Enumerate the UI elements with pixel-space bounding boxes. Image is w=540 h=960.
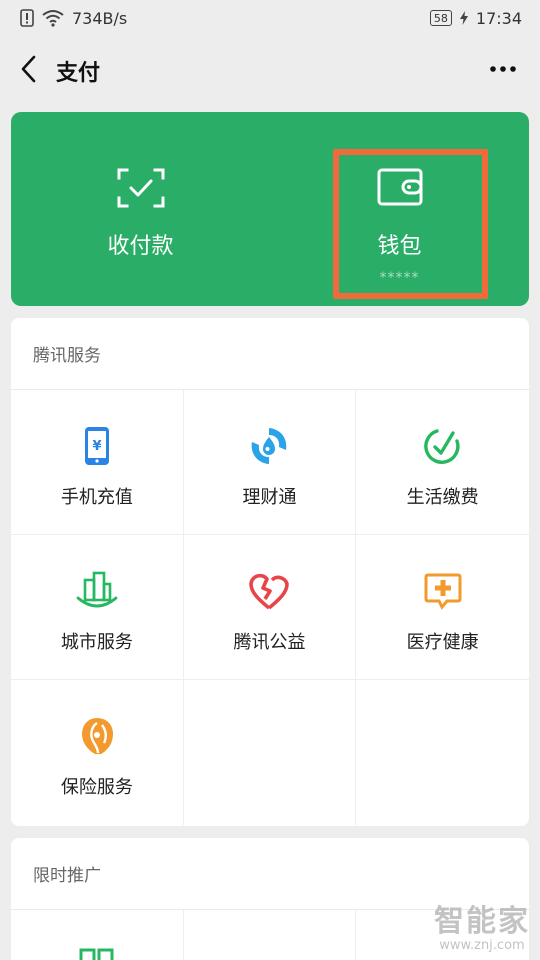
more-button[interactable] — [488, 54, 518, 84]
nav-bar: 支付 — [0, 36, 540, 102]
status-bar: 734B/s 58 17:34 — [0, 0, 540, 36]
svg-text:¥: ¥ — [92, 439, 101, 454]
service-row: 城市服务 腾讯公益 医疗健康 — [11, 535, 529, 680]
service-label: 保险服务 — [60, 777, 133, 798]
service-phone-topup[interactable]: ¥ 手机充值 — [11, 390, 184, 535]
service-wealth[interactable]: 理财通 — [184, 390, 357, 535]
charging-icon — [459, 11, 468, 25]
receive-pay-label: 收付款 — [107, 234, 174, 259]
medical-icon — [421, 569, 465, 613]
promotion-item[interactable] — [184, 910, 357, 960]
battery-level: 58 — [433, 11, 448, 25]
wifi-icon — [42, 9, 64, 27]
alert-icon — [20, 9, 34, 27]
scan-check-icon — [117, 168, 165, 212]
grid-apps-icon — [79, 948, 115, 960]
watermark: 智能家 www.znj.com — [434, 896, 530, 953]
watermark-title: 智能家 — [434, 904, 530, 939]
service-label: 手机充值 — [60, 487, 133, 508]
life-pay-icon — [421, 424, 465, 468]
empty-cell — [184, 680, 357, 825]
more-dots-icon — [490, 66, 516, 72]
back-button[interactable] — [16, 54, 40, 84]
service-label: 城市服务 — [60, 632, 133, 653]
empty-cell — [356, 680, 529, 825]
page-title: 支付 — [56, 61, 101, 86]
watermark-url: www.znj.com — [439, 938, 525, 953]
service-label: 腾讯公益 — [233, 632, 306, 653]
tencent-services-grid: ¥ 手机充值 理财通 生活缴费 城市服务 腾讯公益 医疗健康 保险服务 — [11, 390, 529, 825]
service-row: 保险服务 — [11, 680, 529, 825]
wallet-highlight-frame — [333, 149, 488, 299]
clock: 17:34 — [475, 8, 522, 28]
insurance-icon — [75, 714, 119, 758]
charity-heart-icon — [247, 569, 291, 613]
service-label: 医疗健康 — [406, 632, 479, 653]
status-left: 734B/s — [20, 9, 127, 28]
status-right: 58 17:34 — [429, 8, 522, 28]
service-city[interactable]: 城市服务 — [11, 535, 184, 680]
chevron-left-icon — [21, 55, 36, 83]
network-speed: 734B/s — [72, 8, 128, 28]
phone-topup-icon: ¥ — [75, 424, 119, 468]
city-service-icon — [75, 569, 119, 613]
tencent-services-panel: 腾讯服务 ¥ 手机充值 理财通 生活缴费 城市服务 腾讯公益 医疗健康 保险服务 — [11, 318, 529, 826]
wealth-icon — [247, 424, 291, 468]
service-charity[interactable]: 腾讯公益 — [184, 535, 357, 680]
service-life-pay[interactable]: 生活缴费 — [356, 390, 529, 535]
tencent-services-header: 腾讯服务 — [11, 318, 529, 390]
payment-card: 收付款 钱包 ***** — [11, 112, 529, 306]
service-label: 生活缴费 — [406, 487, 479, 508]
battery-indicator: 58 — [429, 10, 452, 26]
promotion-item[interactable] — [11, 910, 184, 960]
service-row: ¥ 手机充值 理财通 生活缴费 — [11, 390, 529, 535]
service-label: 理财通 — [242, 487, 297, 508]
service-insurance[interactable]: 保险服务 — [11, 680, 184, 825]
service-medical[interactable]: 医疗健康 — [356, 535, 529, 680]
receive-pay-button[interactable]: 收付款 — [11, 112, 270, 306]
